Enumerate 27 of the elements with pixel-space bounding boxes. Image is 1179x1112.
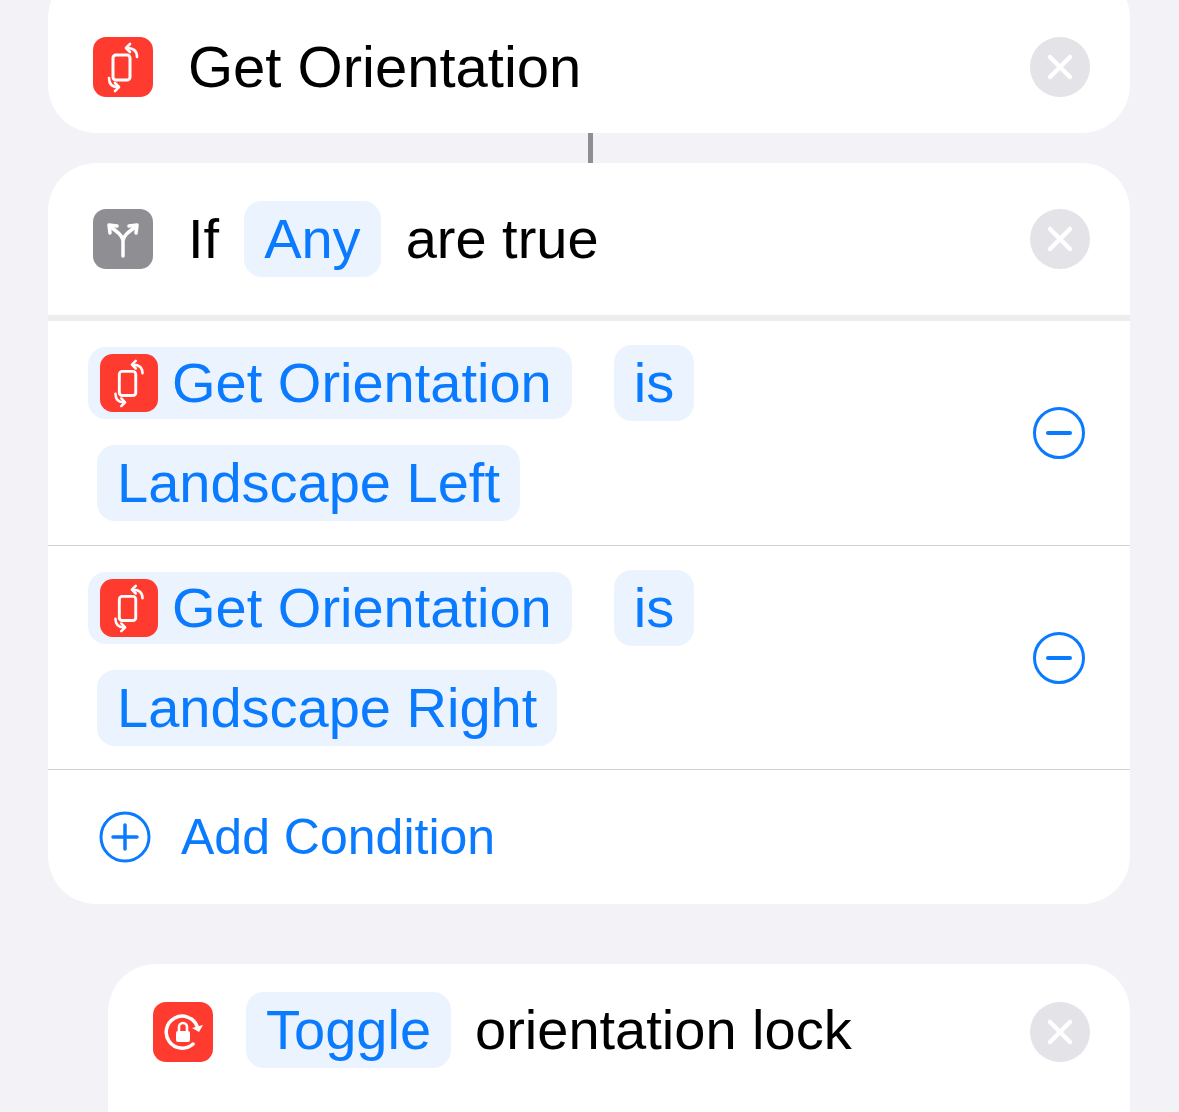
plus-circle-icon (99, 811, 151, 863)
rotate-phone-icon (93, 36, 153, 97)
variable-token[interactable]: Get Orientation (88, 347, 572, 419)
operator-token[interactable]: is (613, 569, 695, 646)
minus-icon (1046, 431, 1072, 435)
condition-suffix: are true (405, 211, 599, 267)
remove-condition-button[interactable] (1033, 407, 1085, 459)
add-condition-button[interactable]: Add Condition (99, 811, 496, 863)
close-icon (1047, 226, 1073, 252)
toggle-token[interactable]: Toggle (246, 992, 452, 1068)
rotate-phone-icon (100, 578, 158, 637)
close-icon (1047, 53, 1073, 80)
value-token[interactable]: Landscape Left (97, 445, 520, 521)
operator-token[interactable]: is (613, 345, 695, 421)
remove-condition-button[interactable] (1033, 631, 1085, 684)
branch-icon (93, 209, 153, 269)
mode-token[interactable]: Any (244, 201, 381, 277)
variable-token[interactable]: Get Orientation (88, 571, 572, 644)
close-icon (1047, 1019, 1073, 1045)
close-button[interactable] (1030, 1002, 1090, 1062)
rotate-phone-icon (100, 354, 158, 412)
action-title: Get Orientation (188, 37, 582, 96)
rotation-lock-icon (153, 1002, 213, 1062)
value-token[interactable]: Landscape Right (97, 669, 558, 746)
action-text: orientation lock (475, 1002, 852, 1058)
if-keyword: If (188, 211, 220, 267)
minus-icon (1046, 655, 1072, 660)
